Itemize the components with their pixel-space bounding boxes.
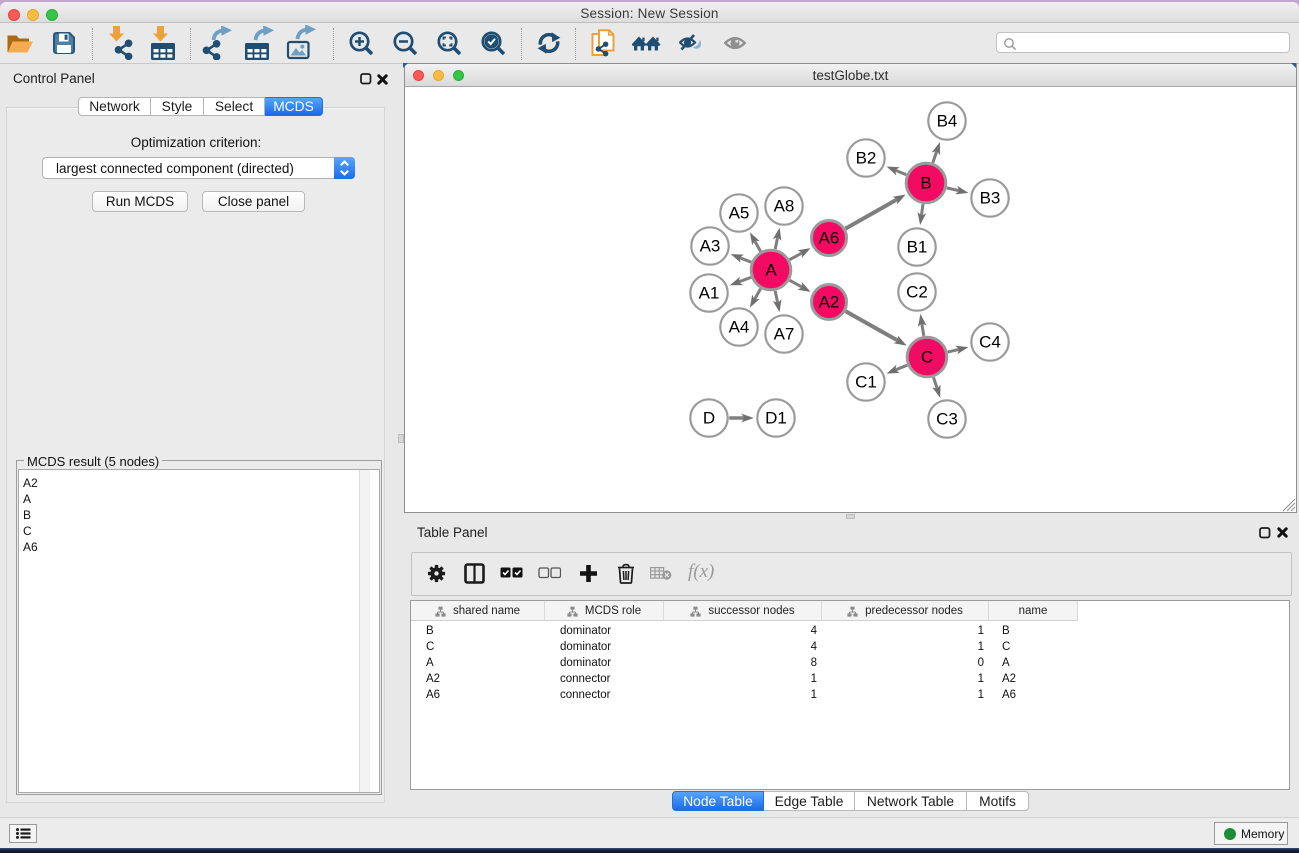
svg-text:A7: A7 xyxy=(774,325,795,344)
svg-text:C: C xyxy=(921,348,933,367)
svg-text:A5: A5 xyxy=(729,204,750,223)
svg-text:C2: C2 xyxy=(906,283,928,302)
svg-text:A6: A6 xyxy=(819,229,840,248)
svg-text:C1: C1 xyxy=(855,373,877,392)
svg-text:B4: B4 xyxy=(937,112,958,131)
svg-text:A2: A2 xyxy=(819,293,840,312)
svg-text:B2: B2 xyxy=(856,149,877,168)
svg-text:C3: C3 xyxy=(936,410,958,429)
svg-text:B1: B1 xyxy=(907,238,928,257)
svg-text:C4: C4 xyxy=(979,333,1001,352)
svg-text:B: B xyxy=(920,174,931,193)
svg-text:A4: A4 xyxy=(729,318,750,337)
svg-text:A: A xyxy=(765,261,777,280)
svg-text:A1: A1 xyxy=(699,284,720,303)
svg-text:D1: D1 xyxy=(765,409,787,428)
svg-text:A8: A8 xyxy=(774,197,795,216)
svg-text:D: D xyxy=(703,409,715,428)
svg-text:A3: A3 xyxy=(700,237,721,256)
svg-text:B3: B3 xyxy=(980,189,1001,208)
